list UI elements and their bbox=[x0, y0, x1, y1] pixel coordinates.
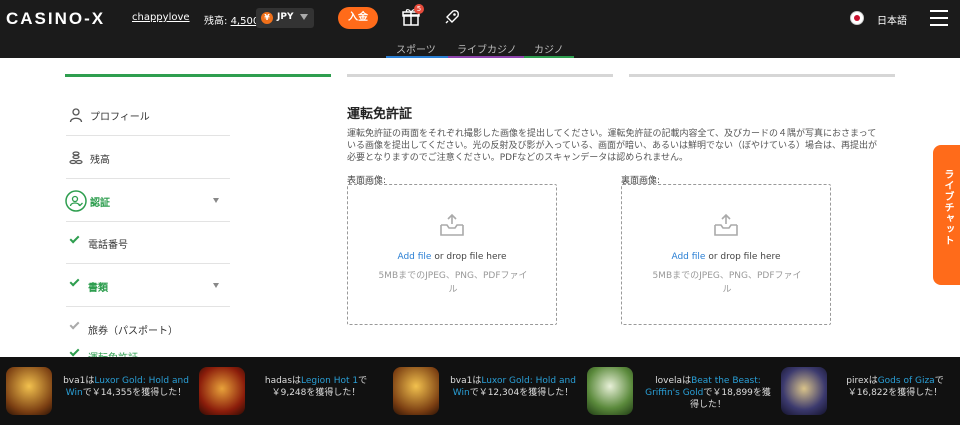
file-size-hint: 5MBまでのJPEG、PNG、PDFファイル bbox=[378, 271, 528, 295]
chevron-down-icon bbox=[213, 283, 219, 288]
game-thumbnail[interactable] bbox=[587, 367, 633, 415]
yen-coin-icon: ¥ bbox=[261, 12, 273, 24]
nav-live-casino[interactable]: ライブカジノ bbox=[457, 41, 517, 56]
add-file-row: Add file or drop file here bbox=[348, 252, 556, 262]
upload-icon bbox=[440, 213, 464, 236]
sidebar-item-label: 書類 bbox=[88, 283, 108, 294]
winner-amount: で￥18,899を獲得した！ bbox=[689, 388, 771, 410]
check-icon bbox=[69, 346, 80, 357]
sidebar-item-label: プロフィール bbox=[90, 112, 150, 123]
drop-file-text: or drop file here bbox=[705, 252, 781, 262]
nav-casino-underline bbox=[524, 56, 574, 58]
file-size-hint: 5MBまでのJPEG、PNG、PDFファイル bbox=[652, 271, 802, 295]
winner-entry: hadasはLegion Hot 1で￥9,248を獲得した！ bbox=[255, 375, 377, 399]
back-image-dropzone[interactable]: Add file or drop file here 5MBまでのJPEG、PN… bbox=[621, 184, 831, 325]
currency-selector[interactable]: ¥ JPY bbox=[256, 8, 314, 28]
live-chat-button[interactable]: ライブチャット bbox=[933, 145, 960, 285]
winner-user: bva1 bbox=[450, 376, 473, 386]
currency-code: JPY bbox=[277, 12, 294, 22]
winner-game-link[interactable]: Legion Hot 1 bbox=[301, 376, 358, 386]
deposit-button[interactable]: 入金 bbox=[338, 7, 378, 29]
game-thumbnail[interactable] bbox=[199, 367, 245, 415]
sidebar-item-balance[interactable]: 残高 bbox=[66, 137, 230, 179]
winner-particle: は bbox=[292, 376, 302, 386]
category-nav: スポーツ ライブカジノ カジノ bbox=[0, 36, 960, 58]
balance-label: 残高: bbox=[204, 16, 228, 27]
menu-icon[interactable] bbox=[930, 10, 948, 26]
winner-entry: bva1はLuxor Gold: Hold and Winで￥12,304を獲得… bbox=[449, 375, 577, 399]
chevron-down-icon bbox=[300, 14, 308, 20]
add-file-row: Add file or drop file here bbox=[622, 252, 830, 262]
nav-live-underline bbox=[448, 56, 524, 58]
sidebar-item-label: 認証 bbox=[90, 198, 110, 209]
tab-promotions[interactable] bbox=[347, 74, 613, 77]
game-thumbnail[interactable] bbox=[393, 367, 439, 415]
winner-amount: で￥12,304を獲得した！ bbox=[469, 388, 574, 398]
drop-file-text: or drop file here bbox=[431, 252, 507, 262]
nav-sports-underline bbox=[386, 56, 448, 58]
check-icon bbox=[69, 319, 80, 330]
game-thumbnail[interactable] bbox=[781, 367, 827, 415]
front-image-dropzone[interactable]: Add file or drop file here 5MBまでのJPEG、PN… bbox=[347, 184, 557, 325]
winner-user: lovela bbox=[655, 376, 683, 386]
casino-logo[interactable]: CASINO-X bbox=[6, 9, 105, 29]
sidebar-item-label: 残高 bbox=[90, 155, 110, 166]
nav-casino[interactable]: カジノ bbox=[534, 41, 564, 56]
upload-icon bbox=[714, 213, 738, 236]
sidebar-item-profile[interactable]: プロフィール bbox=[66, 94, 230, 136]
coins-icon bbox=[69, 151, 83, 165]
game-thumbnail[interactable] bbox=[6, 367, 52, 415]
add-file-link[interactable]: Add file bbox=[671, 252, 705, 262]
tab-other[interactable] bbox=[629, 74, 895, 77]
winner-amount: で￥14,355を獲得した！ bbox=[82, 388, 187, 398]
nav-sports[interactable]: スポーツ bbox=[396, 41, 436, 56]
page-title: 運転免許証 bbox=[347, 107, 413, 122]
balance-display: 残高: 4,500 bbox=[204, 12, 259, 27]
winners-ticker: bva1はLuxor Gold: Hold and Winで￥14,355を獲得… bbox=[0, 357, 960, 425]
winner-entry: bva1はLuxor Gold: Hold and Winで￥14,355を獲得… bbox=[62, 375, 190, 399]
winner-user: pirex bbox=[846, 376, 869, 386]
sidebar-item-verification[interactable]: 認証 bbox=[65, 180, 230, 222]
winner-entry: lovelaはBeat the Beast: Griffin's Goldで￥1… bbox=[643, 375, 773, 411]
winner-user: bva1 bbox=[63, 376, 86, 386]
language-selector[interactable]: 日本語 bbox=[877, 12, 907, 27]
live-chat-label: ライブチャット bbox=[942, 169, 953, 246]
verify-icon bbox=[65, 190, 87, 212]
chevron-down-icon bbox=[213, 198, 219, 203]
winner-entry: pirexはGods of Gizaで￥16,822を獲得した！ bbox=[836, 375, 954, 399]
balance-value: 4,500 bbox=[230, 16, 260, 27]
sidebar-item-phone[interactable]: 電話番号 bbox=[66, 222, 230, 264]
add-file-link[interactable]: Add file bbox=[397, 252, 431, 262]
instructions-text: 運転免許証の両面をそれぞれ撮影した画像を提出してください。運転免許証の記載内容全… bbox=[347, 129, 878, 163]
rocket-icon[interactable] bbox=[444, 9, 460, 25]
winner-game-link[interactable]: Gods of Giza bbox=[878, 376, 935, 386]
username-link[interactable]: chappylove bbox=[132, 12, 190, 23]
top-bar: CASINO-X chappylove 残高: 4,500 ¥ JPY 入金 5… bbox=[0, 0, 960, 36]
sidebar-item-label: 電話番号 bbox=[88, 240, 128, 251]
user-icon bbox=[69, 108, 83, 123]
winner-particle: は bbox=[868, 376, 878, 386]
winner-user: hadas bbox=[264, 376, 293, 386]
check-icon bbox=[69, 233, 80, 244]
japan-flag-icon[interactable] bbox=[850, 11, 864, 25]
winner-particle: は bbox=[682, 376, 692, 386]
gift-count-badge: 5 bbox=[414, 4, 424, 14]
check-icon bbox=[69, 276, 80, 287]
tab-account-active[interactable] bbox=[65, 74, 331, 77]
sidebar-item-documents[interactable]: 書類 bbox=[66, 265, 230, 307]
